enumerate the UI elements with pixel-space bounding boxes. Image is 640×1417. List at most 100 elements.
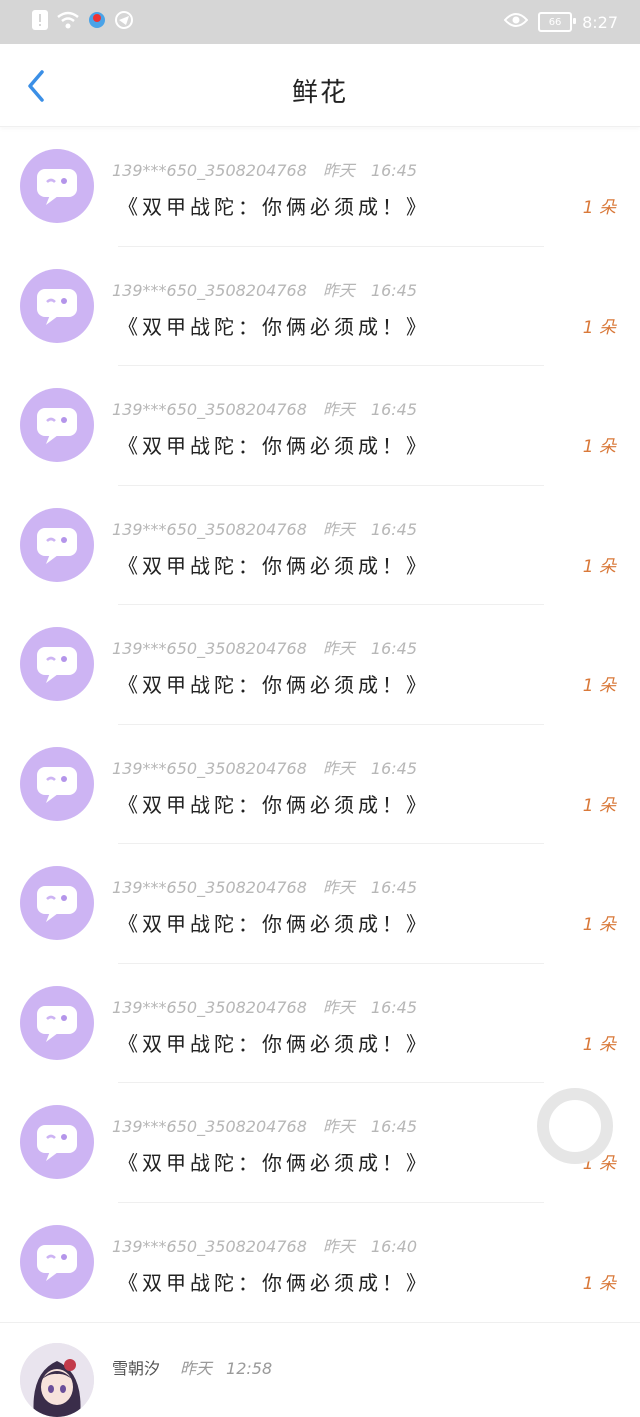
clock: 8:27 [582,12,618,32]
item-meta: 139***650_3508204768 昨天 16:45 [112,874,417,898]
flower-count: 1 朵 [582,676,616,696]
header-bar: 鲜花 [0,44,640,127]
chat-bubble-icon [37,169,77,205]
chat-bubble-icon [37,1005,77,1042]
chat-bubble-icon [37,766,77,803]
message-text: 《双甲战陀：你俩必须成！》 [118,195,430,219]
avatar [20,1224,94,1299]
avatar [20,1343,94,1417]
date-label: 昨天 [322,878,355,897]
item-meta: 139***650_3508204768 昨天 16:45 [112,277,417,301]
item-meta: 139***650_3508204768 昨天 16:45 [112,994,417,1018]
chat-bubble-icon [37,1125,77,1161]
avatar [20,746,94,821]
sender-name: 139***650_3508204768 [112,400,307,419]
item-meta: 雪朝汐 昨天 12:58 [112,1355,272,1379]
chat-bubble-icon [37,288,77,325]
date-label: 昨天 [322,1117,355,1136]
chat-bubble-icon [37,527,77,564]
list-item[interactable]: 139***650_3508204768 昨天 16:45 《双甲战陀：你俩必须成！… [0,486,640,605]
message-text: 《双甲战陀：你俩必须成！》 [118,314,430,339]
message-text: 《双甲战陀：你俩必须成！》 [118,1151,430,1175]
time-label: 16:45 [370,1117,417,1136]
eye-icon [503,12,529,32]
flower-count: 1 朵 [582,1034,616,1055]
battery-indicator: 66 [538,12,577,32]
list-item[interactable]: 139***650_3508204768 昨天 16:40 《双甲战陀：你俩必须成！… [0,1203,640,1323]
avatar [20,149,94,223]
item-meta: 139***650_3508204768 昨天 16:45 [112,755,417,779]
time-label: 16:45 [370,758,417,778]
bird-app-icon [88,11,106,33]
sender-name: 139***650_3508204768 [112,758,307,778]
list-item[interactable]: 139***650_3508204768 昨天 16:45 《双甲战陀：你俩必须成！… [0,127,640,247]
status-bar: 66 8:27 [0,0,640,44]
app-status-icon [114,10,134,34]
alert-icon [32,10,48,34]
sender-name: 139***650_3508204768 [112,1236,307,1256]
list-item[interactable]: 139***650_3508204768 昨天 16:45 《双甲战陀：你俩必须成！… [0,725,640,844]
message-text: 《双甲战陀：你俩必须成！》 [118,553,430,578]
list-item[interactable]: 139***650_3508204768 昨天 16:45 《双甲战陀：你俩必须成！… [0,964,640,1083]
message-text: 《双甲战陀：你俩必须成！》 [118,1031,430,1056]
date-label: 昨天 [322,519,355,539]
time-label: 16:45 [370,280,417,300]
sender-name: 139***650_3508204768 [112,639,307,658]
item-meta: 139***650_3508204768 昨天 16:40 [112,1233,417,1257]
floating-assistive-button[interactable] [537,1088,613,1164]
sender-name: 139***650_3508204768 [112,519,307,539]
sender-name: 雪朝汐 [112,1359,161,1378]
date-label: 昨天 [322,280,355,300]
message-text: 《双甲战陀：你俩必须成！》 [118,912,430,936]
avatar [20,268,94,343]
chat-bubble-icon [37,408,77,444]
date-label: 昨天 [180,1359,213,1378]
anime-avatar-icon [20,1343,94,1417]
flower-count: 1 朵 [582,437,616,457]
date-label: 昨天 [322,1236,355,1256]
item-meta: 139***650_3508204768 昨天 16:45 [112,1113,417,1137]
wifi-icon [56,11,80,33]
item-meta: 139***650_3508204768 昨天 16:45 [112,396,417,420]
list-item[interactable]: 139***650_3508204768 昨天 16:45 《双甲战陀：你俩必须成！… [0,605,640,725]
date-label: 昨天 [322,400,355,419]
message-text: 《双甲战陀：你俩必须成！》 [118,1270,430,1295]
chat-bubble-icon [37,647,77,683]
date-label: 昨天 [322,758,355,778]
date-label: 昨天 [322,639,355,658]
date-label: 昨天 [322,161,355,180]
time-label: 16:40 [370,1236,417,1256]
avatar [20,866,94,940]
message-text: 《双甲战陀：你俩必须成！》 [118,673,430,697]
item-meta: 139***650_3508204768 昨天 16:45 [112,516,417,540]
list-item[interactable]: 雪朝汐 昨天 12:58 [0,1322,640,1417]
item-meta: 139***650_3508204768 昨天 16:45 [112,635,417,659]
time-label: 16:45 [370,400,417,419]
list-item[interactable]: 139***650_3508204768 昨天 16:45 《双甲战陀：你俩必须成！… [0,247,640,366]
avatar [20,388,94,462]
sender-name: 139***650_3508204768 [112,161,307,180]
flower-count: 1 朵 [582,317,616,338]
avatar [20,985,94,1060]
time-label: 16:45 [370,878,417,897]
status-icons-right: 66 8:27 [503,10,618,34]
sender-name: 139***650_3508204768 [112,1117,307,1136]
message-text: 《双甲战陀：你俩必须成！》 [118,792,430,817]
sender-name: 139***650_3508204768 [112,997,307,1017]
time-label: 16:45 [370,161,417,180]
time-label: 12:58 [226,1359,273,1378]
list-item[interactable]: 139***650_3508204768 昨天 16:45 《双甲战陀：你俩必须成！… [0,844,640,964]
date-label: 昨天 [322,997,355,1017]
list-item[interactable]: 139***650_3508204768 昨天 16:45 《双甲战陀：你俩必须成！… [0,366,640,486]
flower-count: 1 朵 [582,198,616,218]
avatar [20,1105,94,1179]
flower-count: 1 朵 [582,795,616,816]
time-label: 16:45 [370,639,417,658]
page-title: 鲜花 [291,78,348,108]
avatar [20,507,94,582]
time-label: 16:45 [370,997,417,1017]
sender-name: 139***650_3508204768 [112,878,307,897]
avatar [20,627,94,701]
time-label: 16:45 [370,519,417,539]
flower-count: 1 朵 [582,556,616,577]
